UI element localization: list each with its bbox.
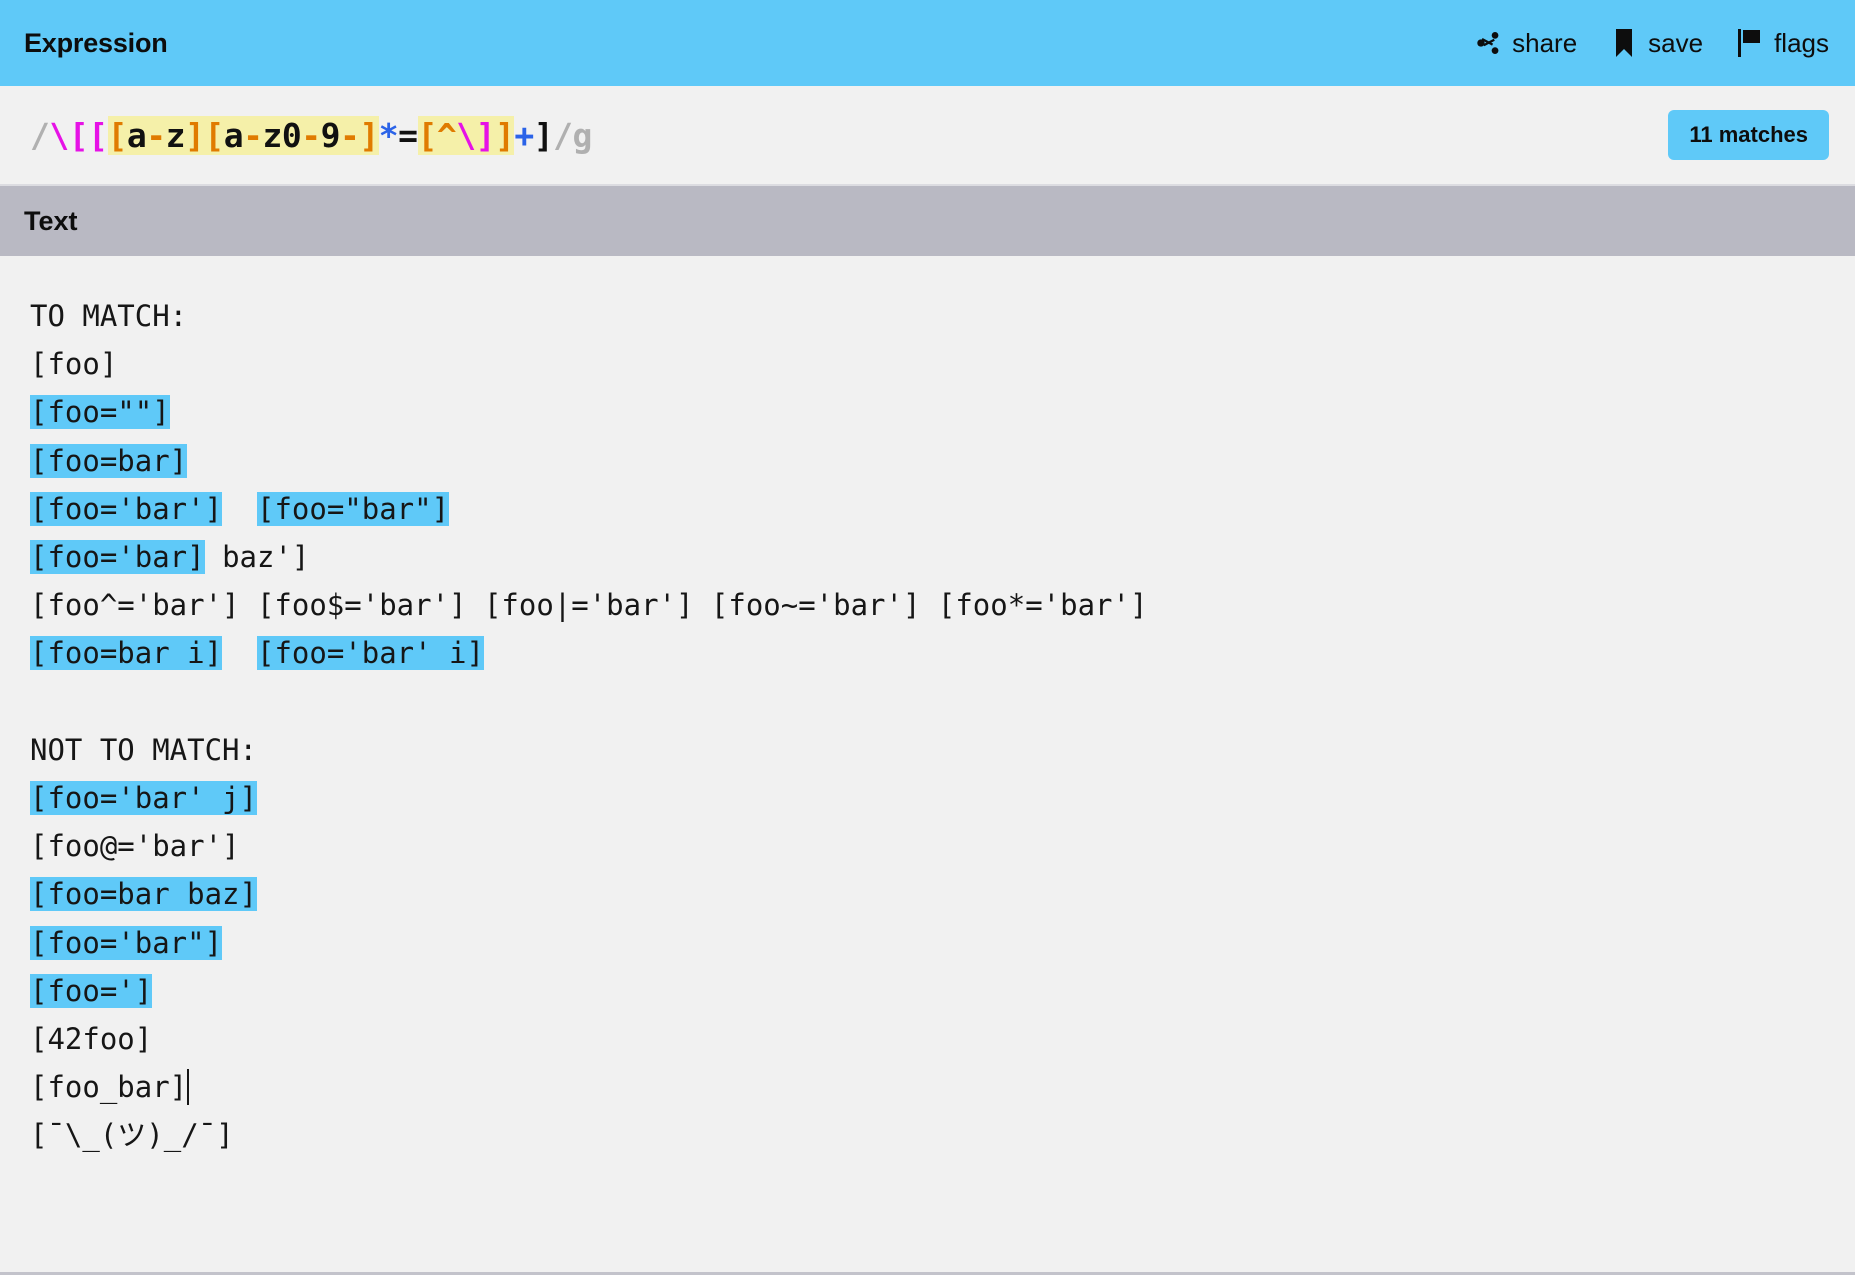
text-body[interactable]: TO MATCH: [foo] [foo=""] [foo=bar] [foo='bar…: [0, 256, 1855, 1275]
text-line: [foo=']: [30, 967, 1825, 1015]
save-button[interactable]: save: [1611, 28, 1703, 59]
text-segment: [foo]: [30, 347, 117, 381]
text-caret: [187, 1069, 189, 1105]
regex-token: /: [30, 116, 49, 155]
text-line: [foo=bar i] [foo='bar' i]: [30, 629, 1825, 677]
text-line: [foo='bar] baz']: [30, 533, 1825, 581]
text-line: [foo=bar baz]: [30, 870, 1825, 918]
text-segment: [222, 636, 257, 670]
bookmark-icon: [1611, 28, 1637, 58]
regex-token: ]: [495, 116, 514, 155]
regex-token: ]: [185, 116, 204, 155]
text-line: [foo@='bar']: [30, 822, 1825, 870]
header-actions: share save flags: [1475, 28, 1829, 59]
regex-token: *: [379, 116, 398, 155]
page-title: Expression: [24, 28, 168, 59]
expression-header: Expression share save: [0, 0, 1855, 86]
regex-token: z: [166, 116, 185, 155]
text-line: [30, 678, 1825, 726]
text-line: [foo='bar'] [foo="bar"]: [30, 485, 1825, 533]
share-button[interactable]: share: [1475, 28, 1577, 59]
regex-token: +: [514, 116, 533, 155]
text-segment: [foo^='bar'] [foo$='bar'] [foo|='bar'] […: [30, 588, 1147, 622]
regex-token: [: [204, 116, 223, 155]
text-line: [foo='bar' j]: [30, 774, 1825, 822]
text-section-header: Text: [0, 184, 1855, 256]
regex-token: [: [88, 116, 107, 155]
text-line: [42foo]: [30, 1015, 1825, 1063]
regex-token: ]: [534, 116, 553, 155]
text-line: [foo]: [30, 340, 1825, 388]
text-segment: [foo@='bar']: [30, 829, 240, 863]
text-segment: [42foo]: [30, 1022, 152, 1056]
text-segment: [foo_bar]: [30, 1070, 187, 1104]
regex-token: a: [127, 116, 146, 155]
match-highlight: [foo=bar]: [30, 444, 187, 478]
regex-token: z0: [263, 116, 302, 155]
regex-token: -: [146, 116, 165, 155]
match-count-badge[interactable]: 11 matches: [1668, 110, 1829, 160]
match-highlight: [foo="bar"]: [257, 492, 449, 526]
share-icon: [1475, 28, 1501, 58]
text-segment: [222, 492, 257, 526]
text-segment: baz']: [205, 540, 310, 574]
text-line: [foo=bar]: [30, 437, 1825, 485]
text-line: [foo^='bar'] [foo$='bar'] [foo|='bar'] […: [30, 581, 1825, 629]
regex-token: a: [224, 116, 243, 155]
text-line: [foo='bar"]: [30, 919, 1825, 967]
flag-icon: [1737, 28, 1763, 58]
regex-token: \[: [49, 116, 88, 155]
regex-token: -: [243, 116, 262, 155]
regex-token: -: [301, 116, 320, 155]
match-highlight: [foo=""]: [30, 395, 170, 429]
regex-token: [: [418, 116, 437, 155]
text-line: [¯\_(ツ)_/¯]: [30, 1111, 1825, 1159]
regex-token: -: [340, 116, 359, 155]
match-highlight: [foo='bar' j]: [30, 781, 257, 815]
text-line: [foo_bar]: [30, 1063, 1825, 1111]
match-highlight: [foo='bar"]: [30, 926, 222, 960]
text-line: TO MATCH:: [30, 292, 1825, 340]
flags-button[interactable]: flags: [1737, 28, 1829, 59]
save-label: save: [1648, 28, 1703, 59]
regex-token: ^: [437, 116, 456, 155]
regex-token: =: [398, 116, 417, 155]
match-highlight: [foo='bar]: [30, 540, 205, 574]
match-highlight: [foo='bar']: [30, 492, 222, 526]
match-highlight: [foo=']: [30, 974, 152, 1008]
regex-token: /g: [553, 116, 592, 155]
regex-token: [: [108, 116, 127, 155]
expression-row: /\[[[a-z][a-z0-9-]*=[^\]]+]/g 11 matches: [0, 86, 1855, 184]
regex-token: ]: [359, 116, 378, 155]
text-segment: [¯\_(ツ)_/¯]: [30, 1118, 234, 1152]
text-section-title: Text: [24, 206, 78, 237]
regex-token: \]: [456, 116, 495, 155]
text-line: NOT TO MATCH:: [30, 726, 1825, 774]
match-highlight: [foo=bar baz]: [30, 877, 257, 911]
match-highlight: [foo=bar i]: [30, 636, 222, 670]
share-label: share: [1512, 28, 1577, 59]
text-segment: TO MATCH:: [30, 299, 187, 333]
text-line: [foo=""]: [30, 388, 1825, 436]
flags-label: flags: [1774, 28, 1829, 59]
test-text-editor[interactable]: TO MATCH: [foo] [foo=""] [foo=bar] [foo='bar…: [30, 292, 1825, 1160]
regex-expression-input[interactable]: /\[[[a-z][a-z0-9-]*=[^\]]+]/g: [30, 119, 592, 152]
match-highlight: [foo='bar' i]: [257, 636, 484, 670]
text-segment: NOT TO MATCH:: [30, 733, 257, 767]
regex-token: 9: [321, 116, 340, 155]
